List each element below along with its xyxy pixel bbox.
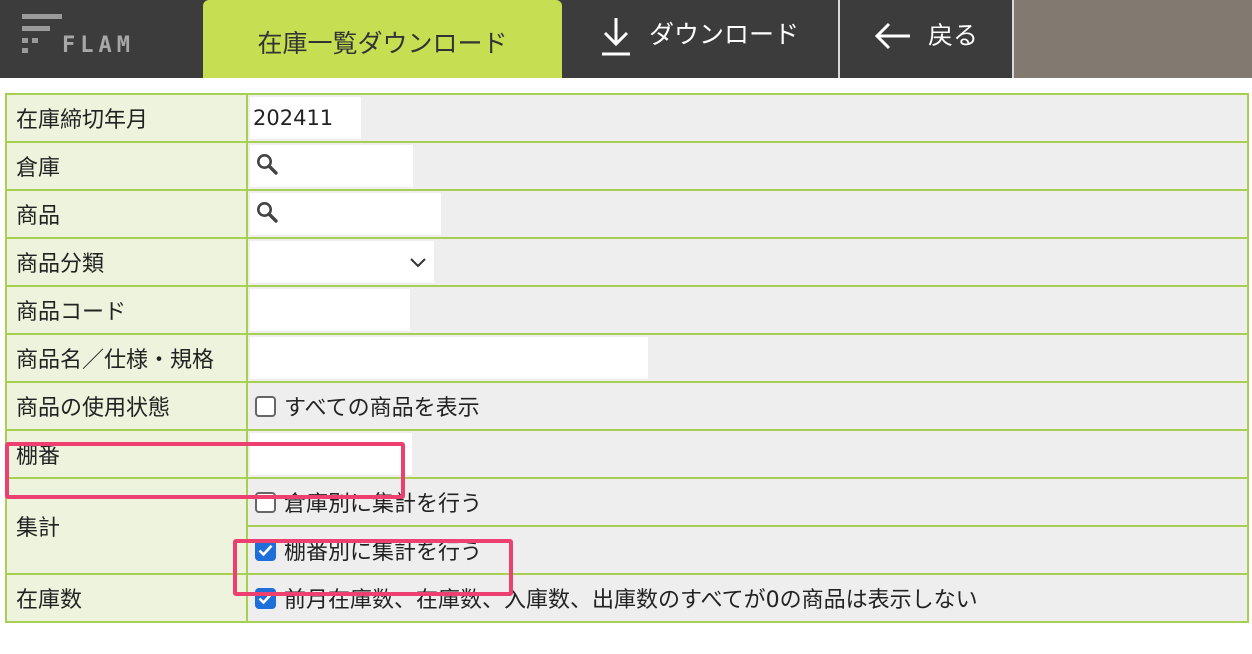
show-all-products-label[interactable]: すべての商品を表示: [284, 390, 480, 422]
warehouse-search-field[interactable]: [250, 145, 413, 187]
closing-month-input[interactable]: 202411: [250, 97, 361, 139]
shelf-no-input[interactable]: [250, 433, 412, 475]
flam-logo: FLAM: [0, 0, 202, 78]
chevron-down-icon: [408, 250, 428, 274]
product-code-label: 商品コード: [5, 285, 248, 335]
category-select[interactable]: [250, 241, 434, 283]
search-icon[interactable]: [255, 152, 279, 181]
closing-month-label: 在庫締切年月: [5, 93, 248, 143]
aggregate-by-shelf-label[interactable]: 棚番別に集計を行う: [284, 534, 482, 566]
arrow-left-icon: [874, 21, 912, 57]
aggregate-by-shelf-checkbox[interactable]: [255, 539, 276, 561]
show-all-products-checkbox[interactable]: [255, 395, 276, 417]
checkmark-icon: [258, 592, 273, 604]
product-name-label: 商品名／仕様・規格: [5, 333, 248, 383]
row-closing-month: 在庫締切年月 202411: [5, 93, 1249, 143]
page-title-tab: 在庫一覧ダウンロード: [203, 0, 562, 78]
top-bar: FLAM 在庫一覧ダウンロード ダウンロード 戻る: [0, 0, 1252, 78]
usage-status-label: 商品の使用状態: [5, 381, 248, 431]
stock-qty-label: 在庫数: [5, 573, 248, 623]
hide-zero-stock-label[interactable]: 前月在庫数、在庫数、入庫数、出庫数のすべてが0の商品は表示しない: [284, 582, 978, 614]
checkmark-icon: [258, 544, 273, 556]
product-name-input[interactable]: [250, 337, 648, 379]
product-code-input[interactable]: [250, 289, 410, 331]
row-product: 商品: [5, 189, 1249, 239]
aggregate-by-warehouse-checkbox[interactable]: [255, 491, 276, 513]
warehouse-label: 倉庫: [5, 141, 248, 191]
logo-mark-icon: [22, 14, 62, 54]
back-button[interactable]: 戻る: [840, 0, 1014, 78]
row-product-name: 商品名／仕様・規格: [5, 333, 1249, 383]
category-label: 商品分類: [5, 237, 248, 287]
row-usage-status: 商品の使用状態 すべての商品を表示: [5, 381, 1249, 431]
download-button[interactable]: ダウンロード: [563, 0, 840, 78]
hide-zero-stock-checkbox[interactable]: [255, 587, 276, 609]
row-product-code: 商品コード: [5, 285, 1249, 335]
search-form: 在庫締切年月 202411 倉庫 商品 商品分類 商品コード 商品名／仕様・規格…: [5, 93, 1249, 623]
product-label: 商品: [5, 189, 248, 239]
download-label: ダウンロード: [649, 20, 800, 49]
row-shelf-no: 棚番: [5, 429, 1249, 479]
aggregate-by-warehouse-label[interactable]: 倉庫別に集計を行う: [284, 486, 482, 518]
logo-text: FLAM: [62, 33, 135, 58]
top-bar-filler: [1014, 0, 1252, 78]
row-aggregate: 集計 倉庫別に集計を行う 棚番別に集計を行う: [5, 477, 1249, 575]
row-stock-qty: 在庫数 前月在庫数、在庫数、入庫数、出庫数のすべてが0の商品は表示しない: [5, 573, 1249, 623]
download-icon: [599, 14, 633, 64]
back-label: 戻る: [928, 21, 979, 50]
page-title: 在庫一覧ダウンロード: [257, 29, 508, 58]
row-warehouse: 倉庫: [5, 141, 1249, 191]
shelf-no-label: 棚番: [5, 429, 248, 479]
search-icon[interactable]: [255, 200, 279, 229]
product-search-field[interactable]: [250, 193, 441, 235]
aggregate-label: 集計: [5, 477, 248, 575]
row-category: 商品分類: [5, 237, 1249, 287]
